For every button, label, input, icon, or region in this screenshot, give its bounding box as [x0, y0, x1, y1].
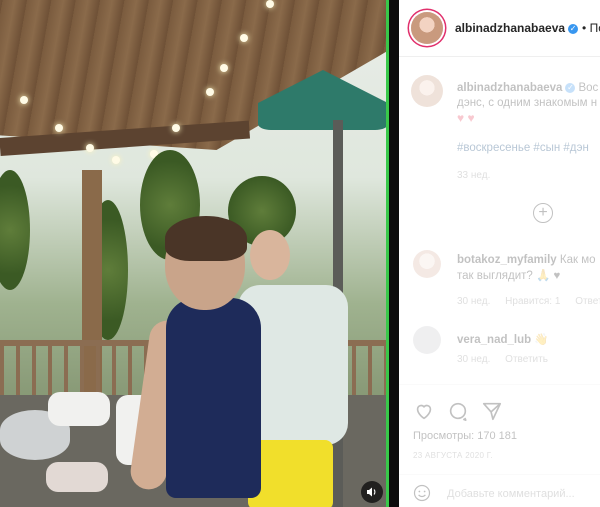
- boy-figure: [166, 298, 261, 498]
- comment-item: botakoz_myfamily Как мо: [457, 254, 596, 266]
- comment-avatar[interactable]: [413, 326, 441, 354]
- comment-meta: 30 нед. Ответить: [457, 354, 560, 365]
- comment-input[interactable]: Добавьте комментарий...: [447, 488, 575, 500]
- hanging-plant: [0, 170, 30, 290]
- username-link[interactable]: albinadzhanabaeva: [455, 21, 565, 35]
- post-date[interactable]: 23 АВГУСТА 2020 Г.: [413, 451, 493, 460]
- comment-text: Как мо: [559, 254, 596, 266]
- comment-likes[interactable]: Нравится: 1: [505, 296, 560, 307]
- panel-gap: [389, 0, 399, 507]
- verified-icon: ✓: [568, 23, 579, 34]
- comment-icon[interactable]: [447, 400, 469, 422]
- actions-divider: [399, 384, 600, 386]
- comment-item: vera_nad_lub 👋: [457, 332, 549, 346]
- emoji-icon[interactable]: [413, 484, 431, 502]
- reply-button[interactable]: Ответить: [505, 354, 548, 365]
- video-player[interactable]: [0, 0, 386, 507]
- heart-emoji: ♥ ♥: [457, 111, 475, 125]
- string-light: [240, 34, 248, 42]
- comment-time[interactable]: 30 нед.: [457, 354, 490, 365]
- views-count[interactable]: Просмотры: 170 181: [413, 430, 517, 442]
- string-light: [220, 64, 228, 72]
- comment-time[interactable]: 30 нед.: [457, 296, 490, 307]
- string-light: [206, 88, 214, 96]
- load-more-comments-icon[interactable]: +: [533, 203, 553, 223]
- post-header: albinadzhanabaeva✓ • По: [399, 0, 600, 57]
- caption-text-start: Вос: [578, 82, 599, 94]
- share-icon[interactable]: [481, 400, 503, 422]
- string-light: [20, 96, 28, 104]
- follow-button[interactable]: • По: [582, 21, 600, 35]
- caption-hashtags[interactable]: #воскресенье #сын #дэн: [457, 142, 589, 154]
- reply-button[interactable]: Ответи: [575, 296, 600, 307]
- string-light: [112, 156, 120, 164]
- chair-cushion: [48, 392, 110, 426]
- heart-icon[interactable]: [413, 400, 435, 422]
- avatar[interactable]: [411, 12, 443, 44]
- chair-cushion: [46, 462, 108, 492]
- caption-avatar[interactable]: [411, 75, 443, 107]
- string-light: [172, 124, 180, 132]
- header-username[interactable]: albinadzhanabaeva ✓: [455, 21, 579, 35]
- speaker-icon[interactable]: [361, 481, 383, 503]
- caption-text: albinadzhanabaeva ✓ Вос: [457, 82, 598, 94]
- boy-hair: [165, 216, 247, 261]
- comment-text: 👋: [534, 334, 549, 346]
- comment-meta: 30 нед. Нравится: 1 Ответи: [457, 296, 600, 307]
- string-light: [55, 124, 63, 132]
- caption-username[interactable]: albinadzhanabaeva: [457, 82, 562, 94]
- post-panel: albinadzhanabaeva✓ • По albinadzhanabaev…: [399, 0, 600, 507]
- caption-line: дэнс, с одним знакомым н: [457, 97, 598, 109]
- verified-icon: ✓: [565, 82, 576, 93]
- comment-text-line: так выглядит? 🙏 ♥: [457, 270, 561, 282]
- caption-time[interactable]: 33 нед.: [457, 170, 490, 181]
- woman-head: [250, 230, 290, 280]
- string-light: [86, 144, 94, 152]
- comment-username[interactable]: botakoz_myfamily: [457, 254, 557, 266]
- comment-avatar[interactable]: [413, 250, 441, 278]
- comment-username[interactable]: vera_nad_lub: [457, 334, 531, 346]
- string-light: [266, 0, 274, 8]
